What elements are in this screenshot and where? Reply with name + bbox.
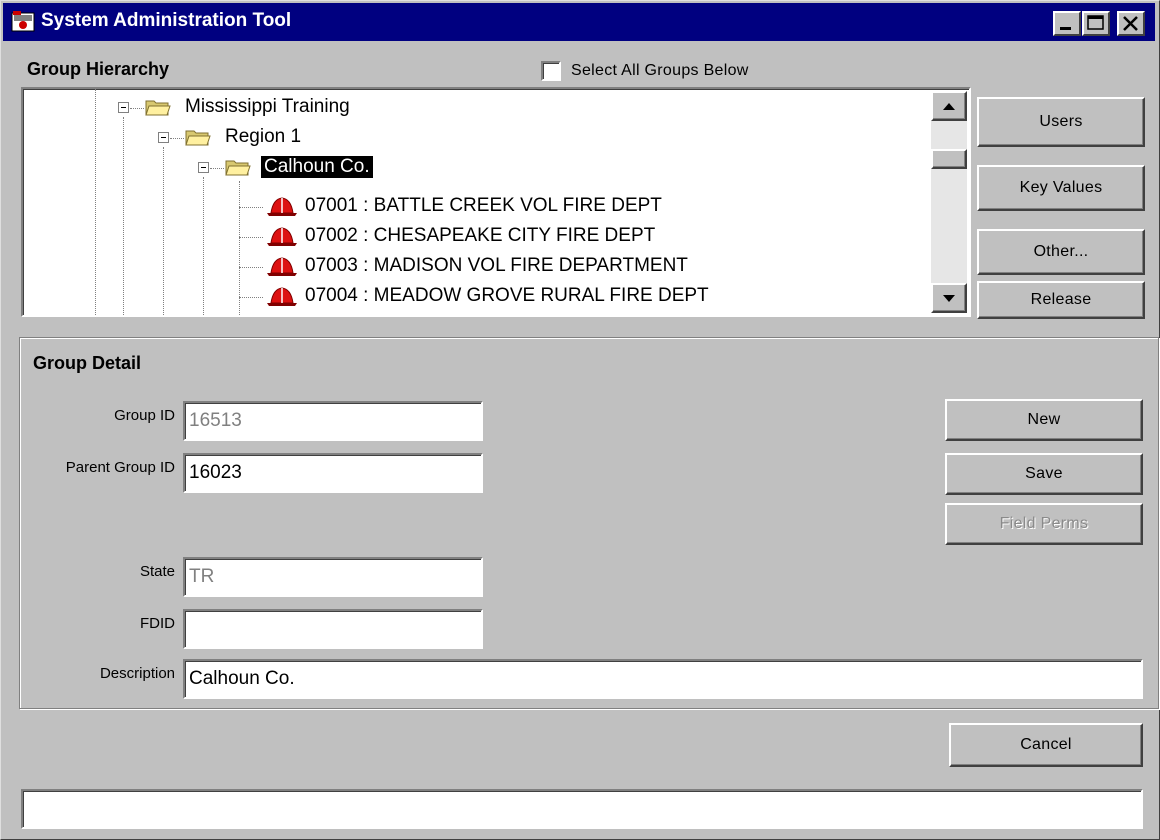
collapse-toggle[interactable] — [198, 162, 209, 173]
group-hierarchy-title: Group Hierarchy — [27, 59, 170, 79]
parent-group-id-field[interactable]: 16023 — [183, 453, 483, 493]
tree-connector — [239, 237, 263, 238]
users-button[interactable]: Users — [977, 97, 1145, 147]
scroll-thumb[interactable] — [931, 149, 967, 169]
fire-helmet-icon — [267, 227, 297, 246]
open-folder-icon — [185, 130, 211, 146]
tree-node-label[interactable]: 07002 : CHESAPEAKE CITY FIRE DEPT — [305, 225, 655, 247]
tree-guide — [163, 147, 164, 315]
new-button[interactable]: New — [945, 399, 1143, 441]
state-label: State — [139, 563, 175, 580]
tree-node-label[interactable]: Mississippi Training — [185, 96, 350, 118]
minimize-icon — [1060, 27, 1071, 30]
tree-node-label-selected[interactable]: Calhoun Co. — [261, 156, 373, 178]
select-all-checkbox[interactable] — [541, 61, 561, 81]
maximize-button[interactable] — [1082, 11, 1110, 36]
close-icon — [1123, 16, 1138, 31]
fire-helmet-icon — [267, 197, 297, 216]
state-field[interactable]: TR — [183, 557, 483, 597]
other-button[interactable]: Other... — [977, 229, 1145, 275]
key-values-button[interactable]: Key Values — [977, 165, 1145, 211]
description-label: Description — [99, 665, 175, 682]
window-title: System Administration Tool — [41, 10, 292, 31]
maximize-icon — [1087, 15, 1104, 30]
tree-guide — [123, 117, 124, 315]
tree-scrollbar[interactable] — [931, 91, 967, 313]
scroll-down-button[interactable] — [931, 283, 967, 313]
tree-connector — [130, 108, 144, 109]
scroll-up-button[interactable] — [931, 91, 967, 121]
field-perms-button[interactable]: Field Perms — [945, 503, 1143, 545]
minimize-button[interactable] — [1053, 11, 1081, 36]
tree-connector — [239, 207, 263, 208]
arrow-up-icon — [943, 103, 955, 110]
fire-helmet-icon — [267, 257, 297, 276]
group-id-label: Group ID — [114, 407, 175, 424]
tree-connector — [239, 297, 263, 298]
select-all-label[interactable]: Select All Groups Below — [571, 62, 749, 80]
fdid-label: FDID — [140, 615, 175, 632]
arrow-down-icon — [943, 295, 955, 302]
save-button[interactable]: Save — [945, 453, 1143, 495]
tree-guide — [203, 177, 204, 315]
fdid-field[interactable] — [183, 609, 483, 649]
close-button[interactable] — [1117, 11, 1145, 36]
description-field[interactable]: Calhoun Co. — [183, 659, 1143, 699]
tree-node-label[interactable]: 07001 : BATTLE CREEK VOL FIRE DEPT — [305, 195, 662, 217]
app-icon[interactable] — [11, 10, 35, 34]
open-folder-icon — [225, 160, 251, 176]
tree-connector — [239, 267, 263, 268]
tree-connector — [170, 138, 184, 139]
fire-helmet-icon — [267, 287, 297, 306]
tree-connector — [210, 168, 224, 169]
tree-node-label[interactable]: 07004 : MEADOW GROVE RURAL FIRE DEPT — [305, 285, 709, 307]
group-tree[interactable]: Mississippi Training Region 1 Calhoun Co… — [21, 87, 971, 317]
status-bar — [21, 789, 1143, 829]
collapse-toggle[interactable] — [158, 132, 169, 143]
group-id-field[interactable]: 16513 — [183, 401, 483, 441]
tree-node-label[interactable]: Region 1 — [225, 126, 301, 148]
tree-guide — [95, 89, 96, 315]
cancel-button[interactable]: Cancel — [949, 723, 1143, 767]
open-folder-icon — [145, 100, 171, 116]
release-button[interactable]: Release — [977, 281, 1145, 319]
collapse-toggle[interactable] — [118, 102, 129, 113]
title-bar[interactable]: System Administration Tool — [3, 3, 1155, 41]
main-window: System Administration Tool Group Hierarc… — [0, 0, 1160, 840]
parent-group-id-label: Parent Group ID — [65, 459, 175, 476]
tree-node-label[interactable]: 07003 : MADISON VOL FIRE DEPARTMENT — [305, 255, 688, 277]
group-detail-title: Group Detail — [33, 353, 142, 373]
